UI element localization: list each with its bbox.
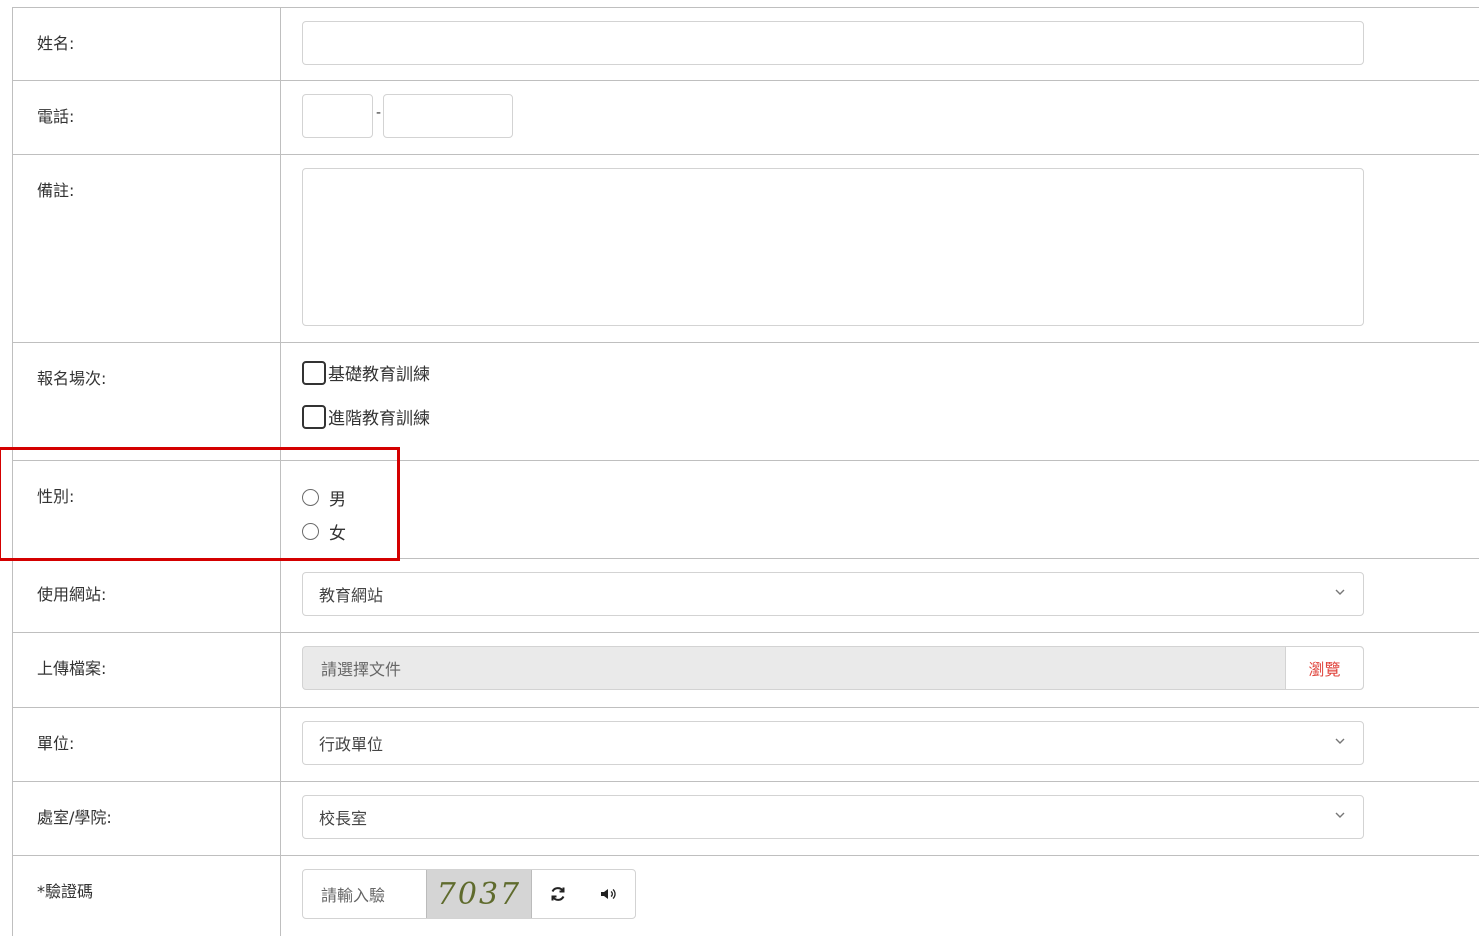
row-captcha: *驗證碼 請輸入驗 7037 [13, 856, 1479, 936]
phone-separator: - [376, 105, 382, 121]
file-upload-field[interactable]: 請選擇文件 瀏覽 [302, 646, 1364, 690]
row-session: 報名場次: 基礎教育訓練 進階教育訓練 [13, 343, 1479, 461]
session-option-basic[interactable]: 基礎教育訓練 [302, 360, 430, 385]
row-note: 備註: [13, 155, 1479, 343]
row-office: 處室/學院: 校長室 [13, 782, 1479, 856]
website-select[interactable]: 教育網站 [302, 572, 1364, 616]
note-textarea[interactable] [302, 168, 1364, 326]
row-website: 使用網站: 教育網站 [13, 559, 1479, 633]
name-input[interactable] [302, 21, 1364, 65]
gender-option-female[interactable]: 女 [302, 519, 346, 544]
browse-button[interactable]: 瀏覽 [1285, 647, 1363, 689]
session-option-label: 進階教育訓練 [328, 409, 430, 429]
chevron-down-icon [1335, 738, 1345, 744]
upload-label: 上傳檔案: [13, 633, 281, 707]
checkbox[interactable] [302, 360, 326, 385]
captcha-group: 請輸入驗 7037 [302, 869, 636, 919]
note-label: 備註: [13, 155, 281, 342]
captcha-label: *驗證碼 [13, 856, 281, 936]
gender-option-label: 男 [329, 490, 346, 510]
radio-button[interactable] [302, 489, 319, 506]
phone-label: 電話: [13, 81, 281, 154]
phone-number-input[interactable] [383, 94, 513, 138]
session-label: 報名場次: [13, 343, 281, 460]
row-gender: 性別: 男 女 [13, 461, 1479, 559]
gender-option-male[interactable]: 男 [302, 485, 346, 510]
registration-form: 姓名: 電話: - 備註: 報名場次: 基礎教育訓練 進階教育訓練 性別: 男 … [12, 7, 1479, 936]
unit-select[interactable]: 行政單位 [302, 721, 1364, 765]
phone-area-code-input[interactable] [302, 94, 373, 138]
session-option-advanced[interactable]: 進階教育訓練 [302, 404, 430, 429]
row-phone: 電話: - [13, 81, 1479, 155]
file-placeholder: 請選擇文件 [321, 660, 402, 679]
captcha-refresh-button[interactable] [532, 870, 583, 918]
checkbox[interactable] [302, 404, 326, 429]
session-option-label: 基礎教育訓練 [328, 365, 430, 385]
chevron-down-icon [1335, 812, 1345, 818]
website-selected-value: 教育網站 [319, 586, 384, 605]
captcha-code: 7037 [436, 876, 522, 912]
name-label: 姓名: [13, 8, 281, 80]
gender-option-label: 女 [329, 524, 346, 544]
gender-label: 性別: [13, 461, 281, 558]
row-name: 姓名: [13, 8, 1479, 81]
office-label: 處室/學院: [13, 782, 281, 855]
refresh-icon [551, 887, 565, 901]
office-select[interactable]: 校長室 [302, 795, 1364, 839]
radio-button[interactable] [302, 523, 319, 540]
captcha-audio-button[interactable] [584, 870, 635, 918]
website-label: 使用網站: [13, 559, 281, 632]
unit-selected-value: 行政單位 [319, 735, 384, 754]
chevron-down-icon [1335, 589, 1345, 595]
unit-label: 單位: [13, 708, 281, 781]
row-unit: 單位: 行政單位 [13, 708, 1479, 782]
row-upload: 上傳檔案: 請選擇文件 瀏覽 [13, 633, 1479, 708]
office-selected-value: 校長室 [319, 809, 368, 828]
captcha-input[interactable]: 請輸入驗 [303, 882, 426, 906]
speaker-icon [601, 889, 616, 899]
captcha-image: 7037 [425, 870, 533, 918]
